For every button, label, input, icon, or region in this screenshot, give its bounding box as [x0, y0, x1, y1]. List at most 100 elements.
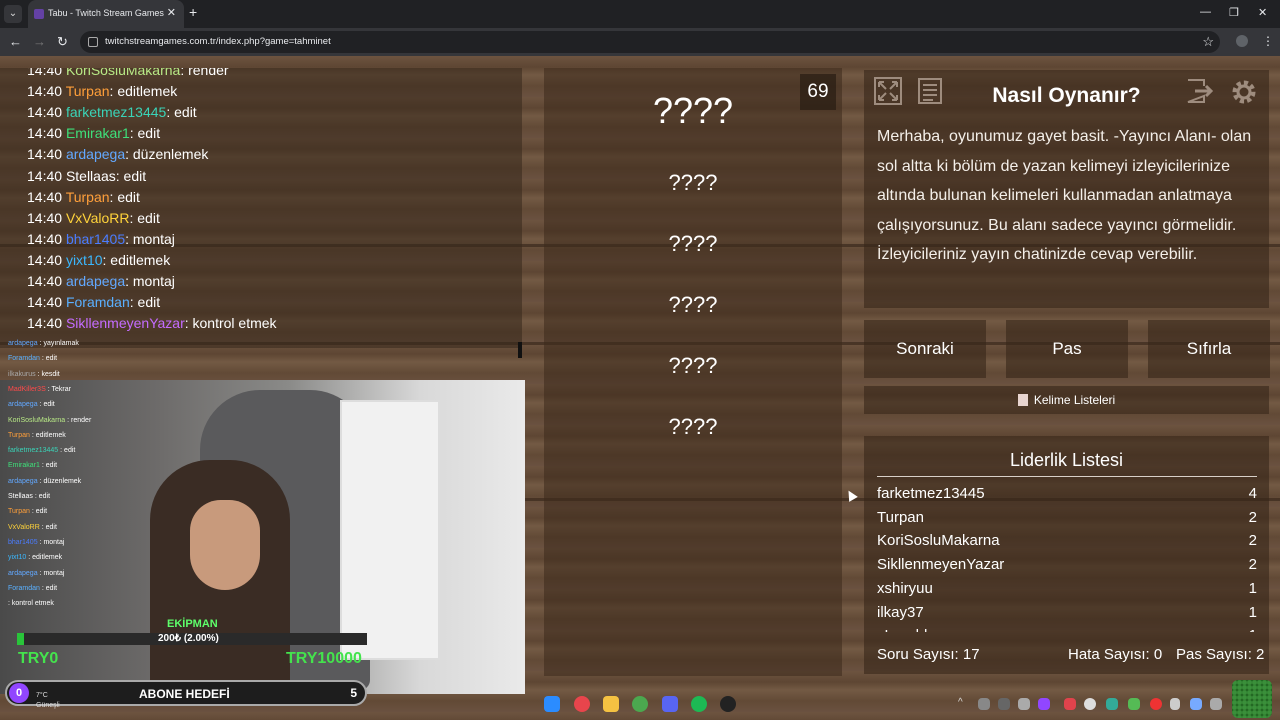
stream-chat-username: VxValoRR: [8, 523, 40, 531]
chat-username[interactable]: Turpan: [66, 83, 110, 99]
nvidia-icon[interactable]: [1128, 698, 1140, 710]
tab-title: Tabu - Twitch Stream Games: [48, 8, 164, 18]
leaderboard-divider: [877, 476, 1257, 477]
tray-icon[interactable]: [1150, 698, 1162, 710]
opera-icon[interactable]: [574, 696, 590, 712]
streamer-face: [190, 500, 260, 590]
stream-chat-message: ardapega : yayınlamak: [8, 340, 79, 347]
reload-button[interactable]: ↻: [57, 34, 68, 50]
stream-chat-username: ardapega: [8, 340, 38, 347]
chat-username[interactable]: ardapega: [66, 273, 125, 289]
chat-time: 14:40: [27, 230, 63, 247]
microphone-icon[interactable]: [1170, 698, 1180, 710]
next-button[interactable]: Sonraki: [864, 320, 986, 378]
chat-username[interactable]: bhar1405: [66, 231, 125, 247]
tray-icon[interactable]: [1210, 698, 1222, 710]
forbidden-word: ????: [668, 292, 718, 317]
tray-icon[interactable]: [1106, 698, 1118, 710]
gear-icon[interactable]: [1226, 76, 1262, 112]
obs-icon[interactable]: [720, 696, 736, 712]
chat-username[interactable]: ardapega: [66, 146, 125, 162]
back-button[interactable]: ←: [9, 34, 22, 49]
chat-message: 14:40 ardapega: montaj: [27, 273, 175, 289]
tray-icon[interactable]: [978, 698, 990, 710]
minimize-button[interactable]: —: [1200, 6, 1211, 18]
chat-username[interactable]: Emirakar1: [66, 125, 130, 141]
chat-username[interactable]: farketmez13445: [66, 104, 166, 120]
chat-username[interactable]: Stellaas: [66, 168, 116, 184]
stream-chat-message: yixt10 : editlemek: [8, 554, 63, 562]
url-field[interactable]: twitchstreamgames.com.tr/index.php?game=…: [80, 31, 1220, 53]
reset-button[interactable]: Sıfırla: [1148, 320, 1270, 378]
chat-scrollbar[interactable]: [518, 342, 522, 358]
bookmark-star-icon[interactable]: ☆: [1202, 34, 1214, 50]
spotify-icon[interactable]: [691, 696, 707, 712]
stream-chat-text: edit: [35, 508, 48, 516]
tray-icon[interactable]: [1064, 698, 1076, 710]
leaderboard-list[interactable]: farketmez13445 4 Turpan 2 KoriSosluMakarna 2 S…: [877, 482, 1257, 632]
tray-chevron-icon[interactable]: ^: [958, 697, 963, 708]
chat-username[interactable]: VxValoRR: [66, 210, 130, 226]
tray-icon[interactable]: [1084, 698, 1096, 710]
pass-button[interactable]: Pas: [1006, 320, 1128, 378]
tab-close-icon[interactable]: ✕: [167, 6, 176, 19]
tray-icon[interactable]: [1018, 698, 1030, 710]
stream-chat-message: Foramdan : edit: [8, 584, 58, 592]
window-close-button[interactable]: ✕: [1258, 6, 1267, 19]
url-text[interactable]: twitchstreamgames.com.tr/index.php?game=…: [105, 36, 331, 47]
stream-chat-message: ardapega : edit: [8, 401, 55, 409]
chat-message: 14:40 Emirakar1: edit: [27, 125, 161, 142]
tab-search-dropdown[interactable]: ⌄: [4, 5, 22, 23]
chat-text: edit: [174, 104, 197, 121]
restore-button[interactable]: ❐: [1229, 6, 1239, 19]
exit-icon[interactable]: [1182, 76, 1218, 112]
chat-time: 14:40: [27, 68, 63, 78]
chat-username[interactable]: KoriSosluMakarna: [66, 68, 180, 78]
chat-text: edit: [137, 294, 161, 311]
profile-avatar[interactable]: [1236, 35, 1248, 47]
stream-chat-message: Turpan : editlemek: [8, 431, 66, 439]
chat-time: 14:40: [27, 273, 63, 289]
leaderboard-name: Turpan: [877, 508, 924, 526]
chat-message: 14:40 bhar1405: montaj: [27, 230, 175, 247]
stream-chat-text: Tekrar: [51, 385, 71, 393]
game-page: 14:40 KoriSosluMakarna: render 14:40 Turp…: [0, 56, 1280, 720]
forward-button[interactable]: →: [33, 34, 46, 49]
stream-chat-username: Turpan: [8, 431, 30, 439]
stream-chat-message: KoriSosluMakarna : render: [8, 416, 92, 424]
stream-chat-text: edit: [45, 523, 57, 531]
taskbar: ^: [0, 688, 1280, 720]
stream-chat-username: yixt10: [8, 554, 27, 562]
word-lists-button[interactable]: Kelime Listeleri: [864, 386, 1269, 414]
chat-username[interactable]: Turpan: [66, 189, 110, 205]
stream-chat-message: ilkakurus : kesdit: [8, 370, 60, 378]
new-tab-button[interactable]: +: [189, 4, 197, 20]
chat-feed: 14:40 KoriSosluMakarna: render 14:40 Turp…: [0, 68, 522, 348]
chat-username[interactable]: yixt10: [66, 252, 103, 268]
browser-menu-icon[interactable]: ⋮: [1262, 34, 1274, 48]
weather-temp: 7°C: [36, 692, 48, 699]
stream-chat-text: montaj: [43, 569, 65, 577]
stream-chat-username: bhar1405: [8, 538, 38, 546]
tray-icon[interactable]: [1190, 698, 1202, 710]
site-info-icon[interactable]: [88, 37, 98, 47]
leaderboard-name: KoriSosluMakarna: [877, 532, 1000, 550]
chrome-icon[interactable]: [632, 696, 648, 712]
tray-icon[interactable]: [1038, 698, 1050, 710]
steam-icon[interactable]: [998, 698, 1010, 710]
windows-start-icon[interactable]: [544, 696, 560, 712]
chat-message: 14:40 Stellaas: edit: [27, 167, 147, 184]
chat-username[interactable]: Foramdan: [66, 294, 130, 310]
discord-icon[interactable]: [662, 696, 678, 712]
leaderboard-score: 2: [1248, 556, 1257, 574]
chat-text: edit: [137, 209, 160, 226]
chat-username[interactable]: SikllenmeyenYazar: [66, 315, 185, 331]
tab-active[interactable]: Tabu - Twitch Stream Games ✕: [28, 0, 184, 28]
stream-chat-username: ardapega: [8, 477, 38, 485]
stream-chat-username: Emirakar1: [8, 462, 40, 470]
stream-chat-text: edit: [45, 462, 58, 470]
file-explorer-icon[interactable]: [603, 696, 619, 712]
chat-message: 14:40 Foramdan: edit: [27, 294, 161, 311]
leaderboard-name: zLynchh: [877, 627, 932, 632]
chat-text: kontrol etmek: [192, 315, 277, 332]
